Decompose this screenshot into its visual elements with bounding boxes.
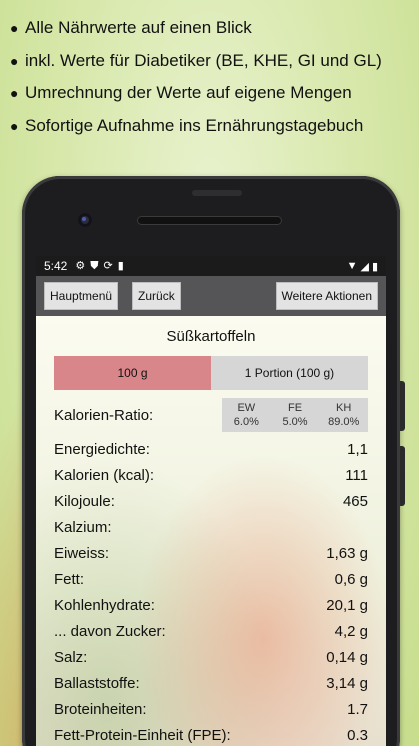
back-button[interactable]: Zurück xyxy=(132,282,181,310)
nutrient-label: ... davon Zucker: xyxy=(54,622,166,640)
promo-bullet-text: Sofortige Aufnahme ins Ernährungstagebuc… xyxy=(25,115,364,135)
calorie-ratio-row: Kalorien-Ratio: EW 6.0% FE 5.0% KH 89.0% xyxy=(54,394,368,436)
more-actions-button[interactable]: Weitere Aktionen xyxy=(275,282,378,310)
nutrient-label: Fett-Protein-Einheit (FPE): xyxy=(54,726,231,744)
status-time: 5:42 xyxy=(44,259,68,273)
nutrient-label: Eiweiss: xyxy=(54,544,110,562)
nutrient-row: Kilojoule: 465 xyxy=(54,488,368,514)
nutrient-row: Salz: 0,14 g xyxy=(54,644,368,670)
nutrient-row: Energiedichte: 1,1 xyxy=(54,436,368,462)
main-menu-button[interactable]: Hauptmenü xyxy=(44,282,119,310)
nutrient-label: Salz: xyxy=(54,648,88,666)
nutrient-row: Kohlenhydrate: 20,1 g xyxy=(54,592,368,618)
sd-card-icon: ▮ xyxy=(117,259,124,272)
nutrient-label: Broteinheiten: xyxy=(54,700,147,718)
promo-bullet: ● Sofortige Aufnahme ins Ernährungstagebu… xyxy=(10,110,415,143)
ratio-carbs: KH 89.0% xyxy=(319,398,368,432)
shield-icon: ⛊ xyxy=(90,259,99,272)
tab-portion[interactable]: 1 Portion (100 g) xyxy=(211,356,368,390)
nutrient-value: 0,6 g xyxy=(334,570,368,588)
nutrient-value: 465 xyxy=(342,492,368,510)
nutrient-value: 1.7 xyxy=(347,700,368,718)
nutrient-row: Broteinheiten: 1.7 xyxy=(54,696,368,722)
food-detail-panel: Süßkartoffeln 100 g 1 Portion (100 g) Ka… xyxy=(36,316,386,746)
phone-top-slot xyxy=(192,190,242,196)
nutrient-label: Energiedichte: xyxy=(54,440,150,458)
nutrient-label: Kalzium: xyxy=(54,518,112,536)
phone-screen: 5:42 ⚙ ⛊ ⟳ ▮ ▼ ◢ ▮ Hauptmenü Zurück Weit… xyxy=(36,256,386,746)
promo-bullet: ● Umrechnung der Werte auf eigene Mengen xyxy=(10,77,415,110)
nutrient-row: Eiweiss: 1,63 g xyxy=(54,540,368,566)
promo-bullet: ● inkl. Werte für Diabetiker (BE, KHE, GI… xyxy=(10,45,415,78)
status-bar: 5:42 ⚙ ⛊ ⟳ ▮ ▼ ◢ ▮ xyxy=(36,256,386,276)
app-toolbar: Hauptmenü Zurück Weitere Aktionen xyxy=(36,276,386,316)
ratio-value: 6.0% xyxy=(233,416,259,428)
battery-icon: ▮ xyxy=(371,260,378,273)
promo-bullet-list: ● Alle Nährwerte auf einen Blick ● inkl. W… xyxy=(10,12,415,142)
bullet-dot-icon: ● xyxy=(10,85,19,102)
nutrient-label: Kohlenhydrate: xyxy=(54,596,155,614)
settings-gear-icon: ⚙ xyxy=(75,259,86,272)
phone-frame: 5:42 ⚙ ⛊ ⟳ ▮ ▼ ◢ ▮ Hauptmenü Zurück Weit… xyxy=(22,176,405,746)
nutrient-value: 4,2 g xyxy=(334,622,368,640)
ratio-name: FE xyxy=(287,402,303,414)
nutrient-label: Kalorien (kcal): xyxy=(54,466,155,484)
nutrient-value: 0,14 g xyxy=(326,648,368,666)
nutrient-row: Ballaststoffe: 3,14 g xyxy=(54,670,368,696)
nutrient-value: 0.3 xyxy=(347,726,368,744)
ratio-name: KH xyxy=(336,402,352,414)
calorie-ratio-label: Kalorien-Ratio: xyxy=(54,406,154,424)
nutrient-row: Kalorien (kcal): 111 xyxy=(54,462,368,488)
sync-icon: ⟳ xyxy=(103,259,113,272)
signal-icon: ◢ xyxy=(360,260,369,273)
nutrient-value: 3,14 g xyxy=(326,674,368,692)
nutrient-row: Fett-Protein-Einheit (FPE): 0.3 xyxy=(54,722,368,746)
promo-bullet-text: inkl. Werte für Diabetiker (BE, KHE, GI … xyxy=(25,50,382,70)
nutrient-row: Kalzium: xyxy=(54,514,368,540)
phone-power-button xyxy=(400,446,405,506)
food-title: Süßkartoffeln xyxy=(166,328,256,345)
bullet-dot-icon: ● xyxy=(10,20,19,37)
ratio-value: 89.0% xyxy=(328,416,360,428)
ratio-name: EW xyxy=(237,402,256,414)
promo-bullet-text: Alle Nährwerte auf einen Blick xyxy=(25,18,252,38)
nutrient-row: Fett: 0,6 g xyxy=(54,566,368,592)
ratio-value: 5.0% xyxy=(282,416,308,428)
nutrient-label: Fett: xyxy=(54,570,85,588)
nutrient-value: 111 xyxy=(345,466,368,484)
phone-volume-button xyxy=(400,381,405,431)
bullet-dot-icon: ● xyxy=(10,52,19,69)
promo-bullet-text: Umrechnung der Werte auf eigene Mengen xyxy=(25,83,352,103)
ratio-fat: FE 5.0% xyxy=(271,398,320,432)
nutrient-value: 1,63 g xyxy=(326,544,368,562)
nutrient-label: Ballaststoffe: xyxy=(54,674,140,692)
wifi-icon: ▼ xyxy=(346,260,358,272)
nutrient-value: 1,1 xyxy=(347,440,368,458)
front-camera-icon xyxy=(78,213,92,227)
tab-100g[interactable]: 100 g xyxy=(54,356,211,390)
calorie-ratio-box: EW 6.0% FE 5.0% KH 89.0% xyxy=(222,398,368,432)
ratio-protein: EW 6.0% xyxy=(222,398,271,432)
nutrient-label: Kilojoule: xyxy=(54,492,115,510)
earpiece-speaker xyxy=(137,216,282,225)
nutrient-row: ... davon Zucker: 4,2 g xyxy=(54,618,368,644)
bullet-dot-icon: ● xyxy=(10,117,19,134)
amount-tabs: 100 g 1 Portion (100 g) xyxy=(54,356,368,390)
promo-bullet: ● Alle Nährwerte auf einen Blick xyxy=(10,12,415,45)
nutrient-value: 20,1 g xyxy=(326,596,368,614)
